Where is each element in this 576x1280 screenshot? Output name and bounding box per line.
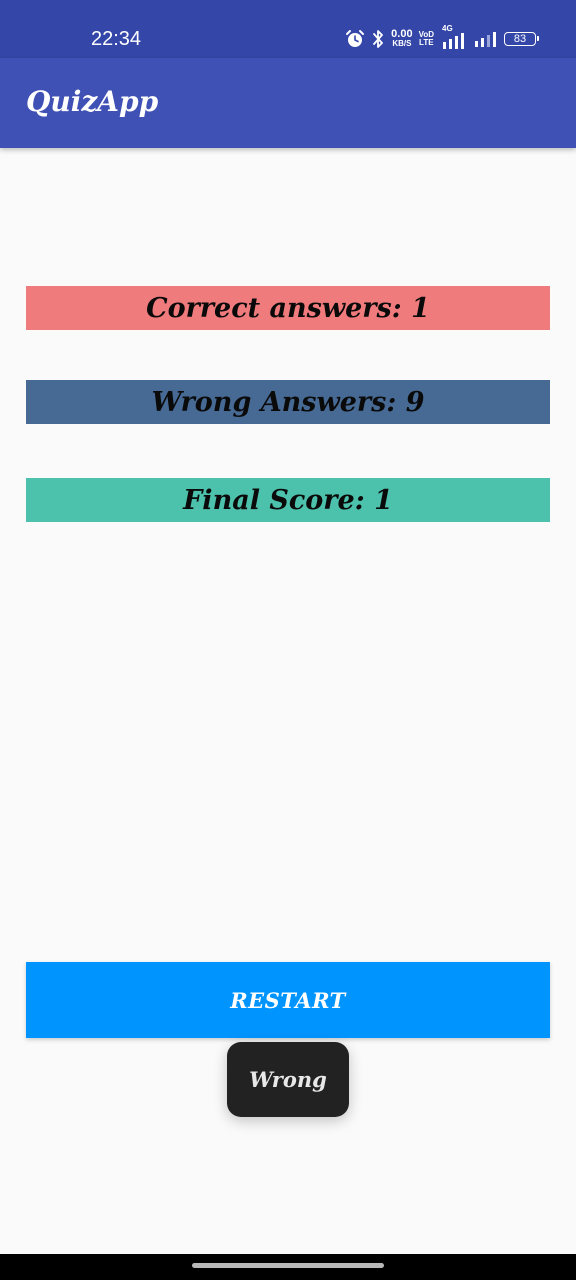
restart-button-label: RESTART <box>230 987 346 1013</box>
status-time: 22:34 <box>91 28 142 50</box>
status-icons: 0.00 KB/S VoD LTE 4G 83 <box>345 24 539 51</box>
alarm-icon <box>345 29 365 49</box>
final-score-row: Final Score: 1 <box>26 478 550 522</box>
final-score-label: Final Score: 1 <box>183 484 393 516</box>
correct-answers-label: Correct answers: 1 <box>146 292 430 324</box>
navigation-bar <box>0 1254 576 1280</box>
home-gesture-handle[interactable] <box>192 1263 384 1268</box>
volte-bottom: LTE <box>419 38 434 47</box>
signal-icon <box>474 31 498 47</box>
correct-answers-row: Correct answers: 1 <box>26 286 550 330</box>
signal-icon <box>440 33 468 49</box>
wrong-answers-row: Wrong Answers: 9 <box>26 380 550 424</box>
toast-message: Wrong <box>227 1042 349 1117</box>
speed-value: 0.00 <box>391 28 413 40</box>
wrong-answers-label: Wrong Answers: 9 <box>151 386 425 418</box>
signal-4g-group: 4G <box>440 24 468 49</box>
app-bar: QuizApp <box>0 58 576 148</box>
speed-unit: KB/S <box>392 39 412 48</box>
battery-level: 83 <box>513 33 527 45</box>
bluetooth-icon <box>371 29 385 49</box>
app-title: QuizApp <box>26 85 159 118</box>
volte-indicator: VoD LTE <box>419 31 434 47</box>
battery-icon: 83 <box>504 32 539 46</box>
toast-text: Wrong <box>249 1067 327 1092</box>
restart-button[interactable]: RESTART <box>26 962 550 1038</box>
network-type: 4G <box>442 24 453 33</box>
status-bar: 22:34 0.00 KB/S VoD LTE 4G 83 <box>0 0 576 58</box>
network-speed: 0.00 KB/S <box>391 28 413 49</box>
